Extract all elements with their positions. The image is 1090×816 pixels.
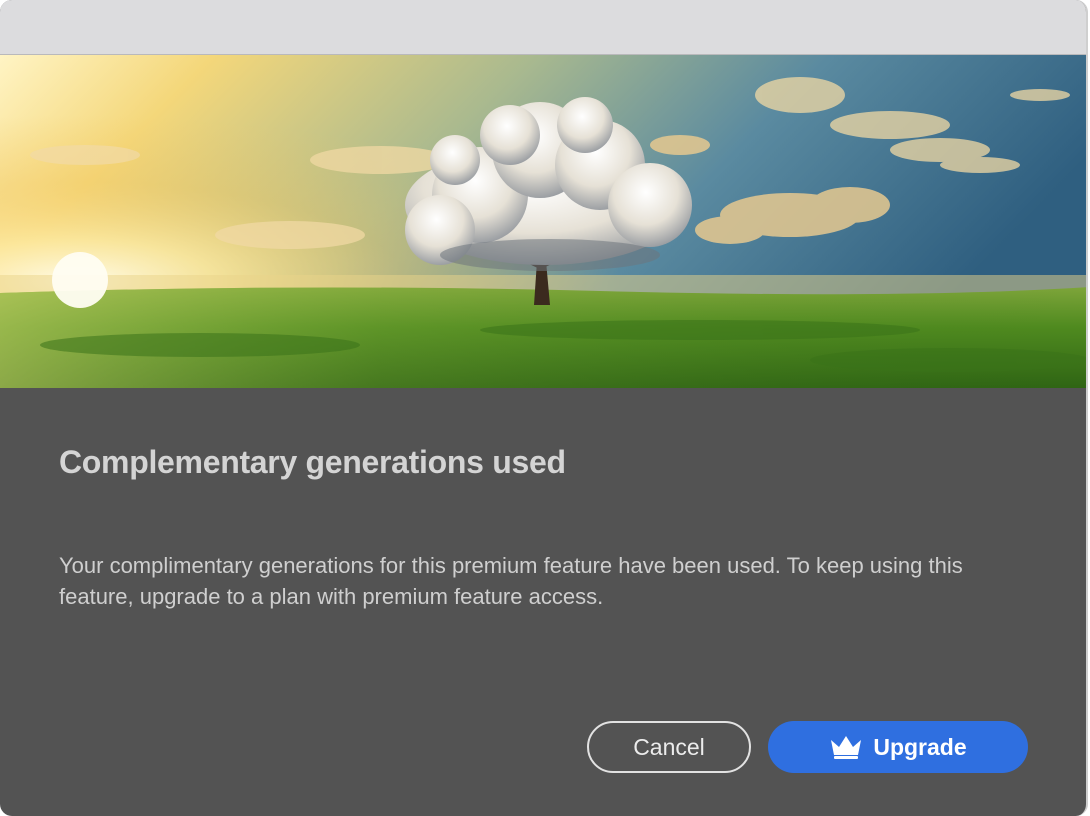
crown-icon: [831, 736, 862, 759]
cancel-button-label: Cancel: [633, 733, 705, 760]
cancel-button[interactable]: Cancel: [587, 721, 751, 773]
dialog-message: Your complimentary generations for this …: [59, 553, 963, 609]
dialog-heading: Complementary generations used: [59, 444, 566, 480]
upgrade-button-label: Upgrade: [873, 733, 967, 760]
upgrade-dialog: Complementary generations used Your comp…: [0, 0, 1088, 816]
window-titlebar[interactable]: [0, 0, 1086, 55]
hero-image: [0, 55, 1086, 388]
upgrade-button[interactable]: Upgrade: [768, 721, 1028, 773]
hero-illustration: [0, 55, 1086, 388]
